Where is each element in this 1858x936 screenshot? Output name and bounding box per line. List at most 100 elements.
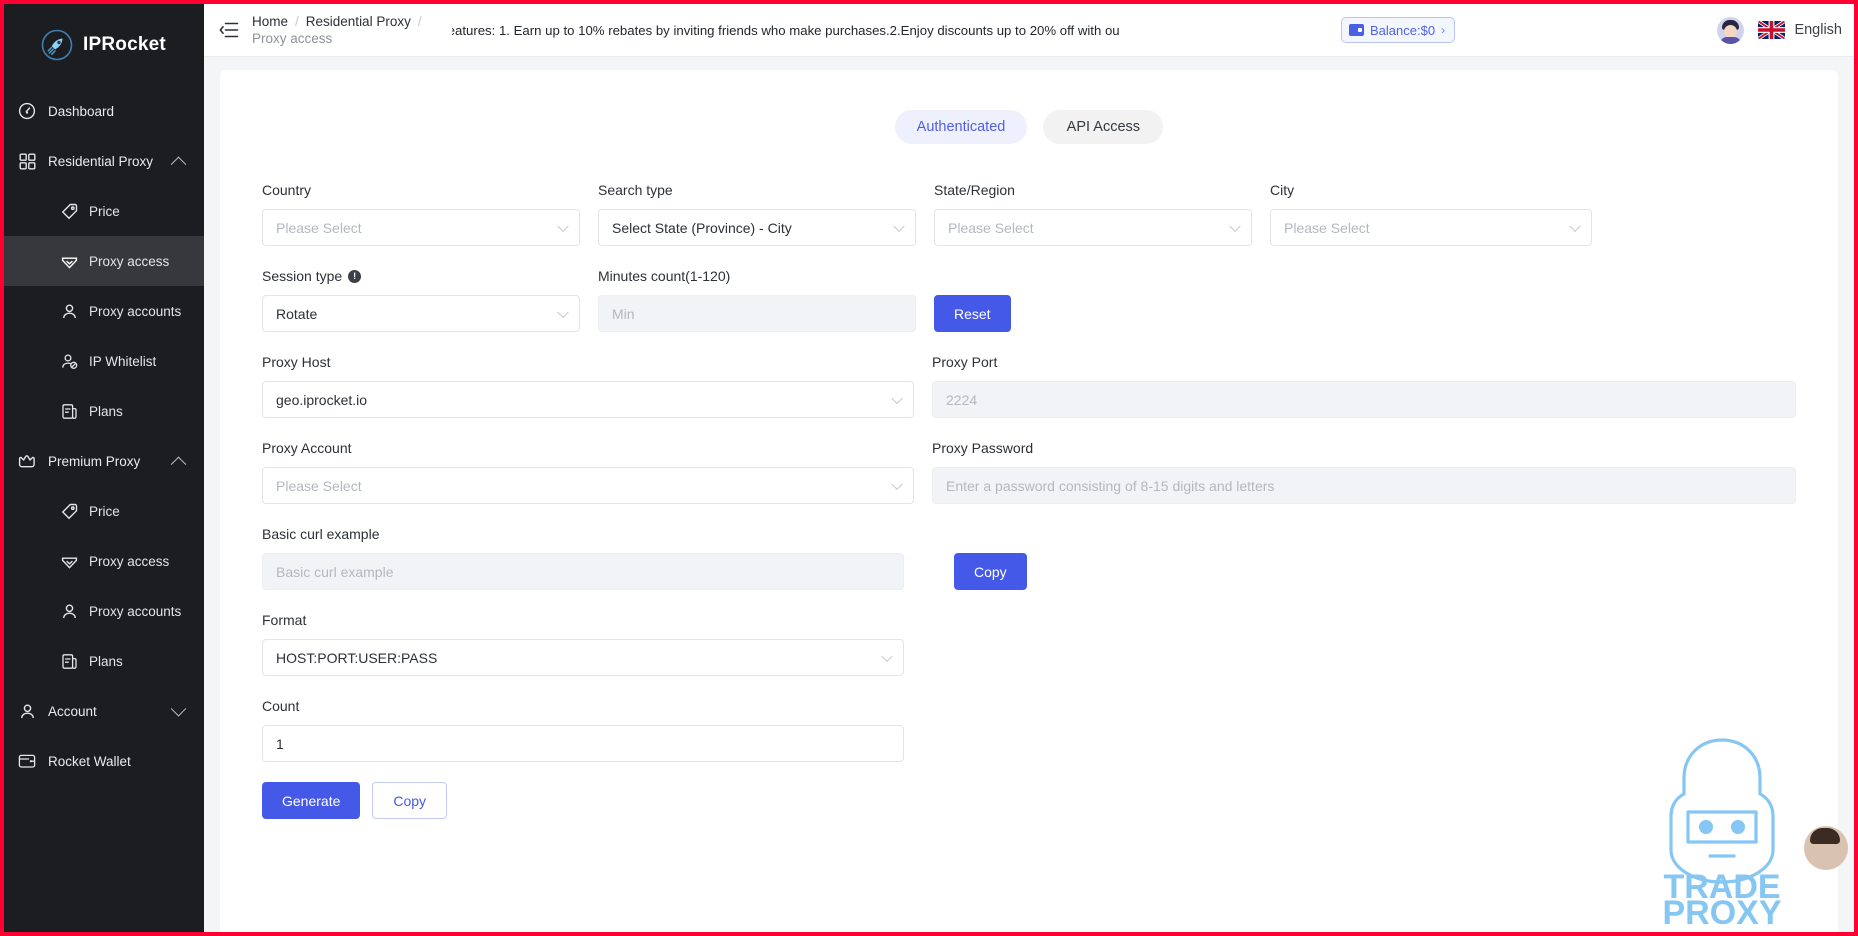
sidebar-item-premium-price[interactable]: Price bbox=[4, 486, 204, 536]
field-country: Country Please Select bbox=[262, 180, 580, 246]
session-type-label-text: Session type bbox=[262, 268, 343, 284]
brand-logo-area[interactable]: IPRocket bbox=[4, 4, 204, 68]
search-type-select[interactable]: Select State (Province) - City bbox=[598, 209, 916, 246]
sidebar-item-label: Price bbox=[89, 503, 120, 519]
proxy-host-label: Proxy Host bbox=[262, 354, 331, 370]
country-select[interactable]: Please Select bbox=[262, 209, 580, 246]
chevron-down-icon bbox=[170, 701, 187, 717]
sidebar-group-account[interactable]: Account bbox=[4, 686, 204, 736]
proxy-account-select[interactable]: Please Select bbox=[262, 467, 914, 504]
wallet-icon bbox=[1349, 24, 1364, 36]
collapse-sidebar-icon[interactable] bbox=[216, 17, 242, 43]
promo-banner: Features: 1. Earn up to 10% rebates by i… bbox=[452, 4, 1708, 56]
grid-icon bbox=[14, 153, 40, 170]
sidebar-item-label: Proxy access bbox=[89, 253, 170, 269]
sidebar-item-ip-whitelist[interactable]: IP Whitelist bbox=[4, 336, 204, 386]
wallet-icon bbox=[14, 753, 40, 769]
breadcrumb-separator: / bbox=[417, 13, 422, 29]
sidebar-item-premium-plans[interactable]: Plans bbox=[4, 636, 204, 686]
search-type-value: Select State (Province) - City bbox=[612, 219, 792, 236]
session-type-label: Session type ! bbox=[262, 266, 580, 286]
sidebar-item-dashboard[interactable]: Dashboard bbox=[4, 86, 204, 136]
field-proxy-port: Proxy Port 2224 bbox=[932, 352, 1796, 418]
proxy-password-input[interactable]: Enter a password consisting of 8-15 digi… bbox=[932, 467, 1796, 504]
sidebar-item-residential-plans[interactable]: Plans bbox=[4, 386, 204, 436]
sidebar-item-label: Dashboard bbox=[48, 103, 115, 119]
format-select[interactable]: HOST:PORT:USER:PASS bbox=[262, 639, 904, 676]
proxy-host-select[interactable]: geo.iprocket.io bbox=[262, 381, 914, 418]
sidebar-group-label: Premium Proxy bbox=[48, 453, 141, 469]
sidebar-item-label: Rocket Wallet bbox=[48, 753, 131, 769]
field-proxy-account: Proxy Account Please Select bbox=[262, 438, 914, 504]
session-type-select[interactable]: Rotate bbox=[262, 295, 580, 332]
form-row-actions: Generate Copy bbox=[262, 782, 1796, 819]
support-avatar[interactable] bbox=[1804, 826, 1848, 870]
uk-flag-icon bbox=[1758, 21, 1786, 39]
chevron-down-icon bbox=[893, 220, 905, 232]
form-row-session: Session type ! Rotate Minutes count(1-12… bbox=[262, 266, 1796, 332]
state-region-placeholder: Please Select bbox=[948, 219, 1034, 236]
sidebar-item-residential-price[interactable]: Price bbox=[4, 186, 204, 236]
tab-authenticated[interactable]: Authenticated bbox=[894, 110, 1028, 144]
copy-button[interactable]: Copy bbox=[372, 782, 448, 819]
proxy-account-label: Proxy Account bbox=[262, 440, 352, 456]
breadcrumb: Home / Residential Proxy / Proxy access bbox=[252, 13, 422, 48]
country-placeholder: Please Select bbox=[276, 219, 362, 236]
breadcrumb-section[interactable]: Residential Proxy bbox=[306, 13, 411, 30]
proxy-access-card: Authenticated API Access Country Please … bbox=[220, 70, 1848, 932]
reset-button[interactable]: Reset bbox=[934, 295, 1011, 332]
info-icon[interactable]: ! bbox=[348, 269, 362, 283]
breadcrumb-separator: / bbox=[295, 13, 299, 29]
copy-curl-button[interactable]: Copy bbox=[954, 553, 1027, 590]
basic-curl-input[interactable]: Basic curl example bbox=[262, 553, 904, 590]
promo-banner-text: Features: 1. Earn up to 10% rebates by i… bbox=[451, 22, 1120, 38]
chevron-down-icon bbox=[1569, 220, 1581, 232]
topbar: Home / Residential Proxy / Proxy access … bbox=[204, 4, 1854, 56]
sidebar-item-label: Proxy access bbox=[89, 553, 170, 569]
state-region-select[interactable]: Please Select bbox=[934, 209, 1252, 246]
chevron-down-icon bbox=[881, 650, 893, 662]
breadcrumb-home[interactable]: Home bbox=[252, 13, 288, 30]
balance-label: Balance:$0 bbox=[1370, 22, 1436, 38]
topbar-right: English bbox=[1717, 16, 1842, 44]
tab-api-access[interactable]: API Access bbox=[1043, 110, 1164, 144]
proxy-password-placeholder: Enter a password consisting of 8-15 digi… bbox=[946, 477, 1275, 494]
sidebar-item-premium-proxy-access[interactable]: Proxy access bbox=[4, 536, 204, 586]
format-label: Format bbox=[262, 612, 307, 628]
chevron-up-icon bbox=[170, 456, 187, 473]
balance-button[interactable]: Balance:$0 › bbox=[1341, 17, 1456, 43]
sidebar-item-residential-proxy-access[interactable]: Proxy access bbox=[4, 236, 204, 286]
generate-button[interactable]: Generate bbox=[262, 782, 361, 819]
crown-icon bbox=[14, 453, 40, 469]
proxy-port-label: Proxy Port bbox=[932, 354, 998, 370]
minutes-count-placeholder: Min bbox=[612, 305, 635, 322]
chevron-down-icon bbox=[1229, 220, 1241, 232]
field-search-type: Search type Select State (Province) - Ci… bbox=[598, 180, 916, 246]
brand-name: IPRocket bbox=[83, 34, 166, 55]
minutes-count-input[interactable]: Min bbox=[598, 295, 916, 332]
language-selector[interactable]: English bbox=[1758, 21, 1842, 39]
city-placeholder: Please Select bbox=[1284, 219, 1370, 236]
form-row-host-port: Proxy Host geo.iprocket.io Proxy Port 22… bbox=[262, 352, 1796, 418]
chevron-right-icon: › bbox=[1441, 23, 1446, 37]
sidebar-group-label: Residential Proxy bbox=[48, 153, 154, 169]
sidebar-item-label: Plans bbox=[89, 403, 123, 419]
sidebar-item-label: IP Whitelist bbox=[89, 353, 157, 369]
sidebar-item-premium-proxy-accounts[interactable]: Proxy accounts bbox=[4, 586, 204, 636]
city-select[interactable]: Please Select bbox=[1270, 209, 1592, 246]
count-input[interactable]: 1 bbox=[262, 725, 904, 762]
sidebar-item-residential-proxy-accounts[interactable]: Proxy accounts bbox=[4, 286, 204, 336]
sidebar-item-label: Proxy accounts bbox=[89, 303, 182, 319]
sidebar-group-premium-proxy[interactable]: Premium Proxy bbox=[4, 436, 204, 486]
proxy-host-value: geo.iprocket.io bbox=[276, 391, 368, 408]
field-state-region: State/Region Please Select bbox=[934, 180, 1252, 246]
avatar[interactable] bbox=[1717, 16, 1745, 44]
sidebar-item-rocket-wallet[interactable]: Rocket Wallet bbox=[4, 736, 204, 786]
count-label: Count bbox=[262, 698, 300, 714]
sidebar-group-residential-proxy[interactable]: Residential Proxy bbox=[4, 136, 204, 186]
chevron-down-icon bbox=[891, 478, 903, 490]
proxy-port-input[interactable]: 2224 bbox=[932, 381, 1796, 418]
field-session-type: Session type ! Rotate bbox=[262, 266, 580, 332]
form-row-count: Count 1 bbox=[262, 696, 1796, 762]
content-scroll: Authenticated API Access Country Please … bbox=[204, 56, 1854, 932]
